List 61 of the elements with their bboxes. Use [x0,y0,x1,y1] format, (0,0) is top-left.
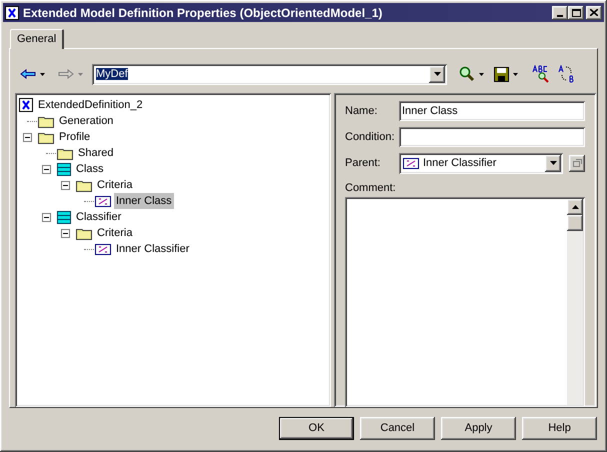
definition-combo[interactable]: MyDef [92,64,447,84]
find-button[interactable] [459,66,484,82]
folder-icon [38,114,54,128]
collapse-toggle[interactable] [61,180,70,190]
class-icon [57,210,71,224]
window-title: Extended Model Definition Properties (ObjectOrientedModel_1) [23,4,384,22]
tree-item[interactable]: Profile [57,129,92,145]
field-label: Condition: [345,130,396,145]
properties-icon [572,159,582,167]
name-field[interactable]: Inner Class [399,101,585,121]
tree-item[interactable]: Class [74,161,106,177]
forward-arrow-icon [58,69,74,79]
folder-icon [38,130,54,144]
caret-icon [513,72,518,76]
caret-icon [479,72,484,76]
save-button[interactable] [494,66,518,82]
maximize-button[interactable] [568,6,584,20]
search-icon [459,66,475,82]
field-label: Parent: [345,156,382,171]
collapse-toggle[interactable] [42,212,51,222]
caret-icon [40,72,45,76]
close-icon [590,9,598,16]
back-arrow-icon [20,69,36,79]
dialog-button[interactable]: OK [279,417,354,440]
tree-item[interactable]: Criteria [95,177,134,193]
collapse-toggle[interactable] [61,228,70,238]
dropdown-arrow-icon [434,72,440,76]
spell-check-icon[interactable] [532,65,550,83]
folder-icon [57,146,73,160]
comment-field[interactable] [345,197,585,407]
scroll-bar[interactable] [567,199,583,405]
field-label: Name: [345,104,378,119]
folder-icon [76,178,92,192]
close-button[interactable] [586,6,602,20]
tree-item[interactable]: Inner Classifier [114,241,192,257]
collapse-toggle[interactable] [23,132,32,142]
criterion-icon [95,244,111,254]
folder-icon [76,226,92,240]
dialog-button[interactable]: Apply [441,417,516,440]
model-icon [19,98,33,112]
condition-field[interactable] [399,127,585,147]
minimize-button[interactable] [552,6,568,20]
tree-item[interactable]: Criteria [95,225,134,241]
app-icon [5,6,19,20]
dialog-button[interactable]: Help [522,417,597,440]
tree-item[interactable]: Classifier [74,209,124,225]
criterion-icon [403,158,419,168]
tab[interactable]: General [10,29,64,49]
collapse-toggle[interactable] [42,164,51,174]
dialog-button[interactable]: Cancel [360,417,435,440]
tree-item[interactable]: Shared [76,145,116,161]
class-icon [57,162,71,176]
tree-item[interactable]: Inner Class [114,193,174,209]
properties-button[interactable] [569,154,585,172]
parent-combo[interactable]: Inner Classifier [399,152,563,174]
field-label: Comment: [345,181,397,195]
criterion-icon [95,196,111,206]
dropdown-arrow-icon [550,161,556,165]
tree-item[interactable]: ExtendedDefinition_2 [36,97,145,113]
caret-icon [78,72,83,76]
tree-item[interactable]: Generation [57,113,116,129]
